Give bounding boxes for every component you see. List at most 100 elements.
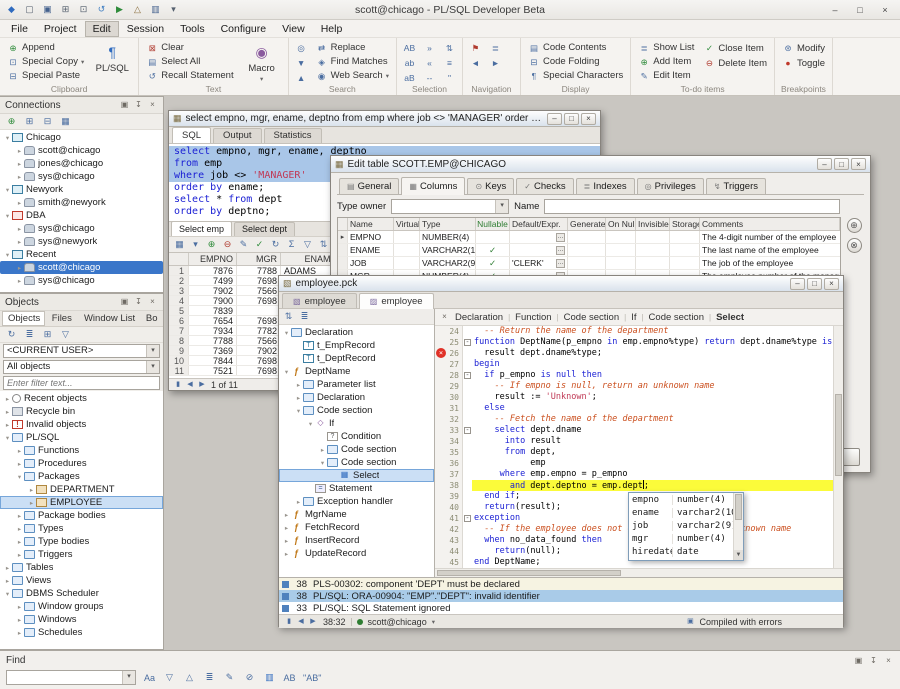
customize-toolbar-icon[interactable]: ▾: [165, 2, 182, 17]
connection-item-recent[interactable]: ▾Recent: [0, 248, 163, 261]
chevron-expanded-icon[interactable]: ▾: [3, 251, 12, 259]
structure-item-select[interactable]: ▦Select: [279, 469, 434, 482]
chevron-collapsed-icon[interactable]: ▸: [15, 238, 24, 246]
menu-item-session[interactable]: Session: [119, 21, 172, 37]
connection-options-icon[interactable]: ▦: [59, 115, 72, 128]
recall-statement-button[interactable]: ↺Recall Statement: [144, 69, 235, 82]
fold-toggle-icon[interactable]: -: [464, 515, 471, 522]
bookmark-list-icon[interactable]: ≣: [488, 41, 503, 55]
chevron-collapsed-icon[interactable]: ▸: [27, 499, 36, 507]
tab-columns[interactable]: ▦Columns: [401, 177, 465, 195]
connection-item-sys-chicago[interactable]: ▸sys@chicago: [0, 170, 163, 183]
refresh-icon[interactable]: ↻: [5, 328, 18, 341]
object-item-invalid-objects[interactable]: ▸!Invalid objects: [0, 418, 163, 431]
ellipsis-button[interactable]: …: [556, 259, 565, 268]
object-item-types[interactable]: ▸Types: [0, 522, 163, 535]
connection-item-smith-newyork[interactable]: ▸smith@newyork: [0, 196, 163, 209]
chevron-collapsed-icon[interactable]: ▸: [15, 264, 24, 272]
chevron-collapsed-icon[interactable]: ▸: [318, 446, 327, 454]
undo-icon[interactable]: ↺: [93, 2, 110, 17]
close-button[interactable]: ×: [581, 113, 596, 125]
object-item-recent-objects[interactable]: ▸Recent objects: [0, 392, 163, 405]
scrollbar-thumb[interactable]: [735, 494, 742, 520]
chevron-collapsed-icon[interactable]: ▸: [15, 147, 24, 155]
close-button[interactable]: ×: [873, 2, 897, 17]
type-owner-select[interactable]: ▾: [391, 199, 509, 214]
pin-icon[interactable]: ↧: [133, 99, 144, 111]
fold-toggle-icon[interactable]: -: [464, 339, 471, 346]
modify-breakpoint-button[interactable]: ⊛Modify: [780, 41, 827, 55]
autocomplete-item-hiredate[interactable]: hiredatedate: [629, 545, 733, 558]
chevron-collapsed-icon[interactable]: ▸: [3, 395, 12, 403]
run-icon[interactable]: ▶: [111, 2, 128, 17]
minimize-button[interactable]: –: [790, 278, 805, 290]
exact-phrase-icon[interactable]: "AB": [301, 670, 323, 685]
next-record-icon[interactable]: ▶: [197, 378, 207, 391]
select-columns-icon[interactable]: ▥: [261, 670, 278, 685]
navigate-forward-icon[interactable]: ►: [488, 56, 503, 70]
plsql-beautifier-button[interactable]: ¶PL/SQL: [91, 41, 133, 74]
chevron-down-icon[interactable]: ▾: [432, 618, 435, 626]
compile-error-row[interactable]: 38PL/SQL: ORA-00904: "EMP"."DEPT": inval…: [279, 590, 843, 602]
chevron-collapsed-icon[interactable]: ▸: [294, 381, 303, 389]
chevron-expanded-icon[interactable]: ▾: [3, 134, 12, 142]
uppercase-icon[interactable]: AB: [402, 41, 417, 55]
chevron-collapsed-icon[interactable]: ▸: [3, 564, 12, 572]
tab-output[interactable]: Output: [213, 128, 262, 143]
print-icon[interactable]: ⊞: [57, 2, 74, 17]
chevron-expanded-icon[interactable]: ▾: [3, 434, 12, 442]
tab-checks[interactable]: ✓Checks: [516, 178, 573, 194]
tab-triggers[interactable]: ↯Triggers: [706, 178, 766, 194]
close-icon[interactable]: ×: [883, 655, 894, 667]
structure-item-code-section[interactable]: ▾Code section: [279, 404, 434, 417]
menu-item-edit[interactable]: Edit: [85, 21, 119, 37]
filter-icon[interactable]: ▽: [161, 670, 178, 685]
chevron-expanded-icon[interactable]: ▾: [294, 407, 303, 415]
column-header-on-null[interactable]: On Null: [606, 218, 636, 230]
column-header-mgr[interactable]: MGR: [237, 253, 281, 265]
close-icon[interactable]: ×: [147, 296, 158, 308]
table-column-row[interactable]: ENAMEVARCHAR2(10)✓…The last name of the …: [338, 244, 840, 257]
maximize-button[interactable]: □: [807, 278, 822, 290]
column-header-name[interactable]: Name: [348, 218, 394, 230]
object-item-views[interactable]: ▸Views: [0, 574, 163, 587]
object-item-triggers[interactable]: ▸Triggers: [0, 548, 163, 561]
column-header-nullable[interactable]: Nullable: [476, 218, 510, 230]
prev-record-icon[interactable]: ◀: [296, 615, 306, 628]
code-line-24[interactable]: 24 -- Return the name of the department: [435, 326, 843, 337]
fold-toggle-icon[interactable]: -: [464, 372, 471, 379]
user-filter-select[interactable]: <CURRENT USER> ▾: [3, 344, 160, 358]
tab-general[interactable]: ▤General: [339, 178, 399, 194]
code-line-28[interactable]: 28- if p_empno is null then: [435, 370, 843, 381]
object-item-dbms-scheduler[interactable]: ▾DBMS Scheduler: [0, 587, 163, 600]
close-item-button[interactable]: ✓Close Item: [701, 41, 769, 55]
web-search-button[interactable]: ◉Web Search▾: [314, 69, 391, 82]
object-item-packages[interactable]: ▾Packages: [0, 470, 163, 483]
find-icon[interactable]: ◎: [294, 41, 309, 55]
table-column-row[interactable]: JOBVARCHAR2(9)✓'CLERK'…The job of the em…: [338, 257, 840, 270]
connection-item-sys-chicago[interactable]: ▸sys@chicago: [0, 274, 163, 287]
outdent-icon[interactable]: «: [422, 56, 437, 70]
object-item-package-bodies[interactable]: ▸Package bodies: [0, 509, 163, 522]
code-line-36[interactable]: 36 emp: [435, 458, 843, 469]
object-item-employee[interactable]: ▸EMPLOYEE: [0, 496, 163, 509]
collapse-all-icon[interactable]: ⊟: [41, 115, 54, 128]
chevron-collapsed-icon[interactable]: ▸: [282, 511, 291, 519]
chevron-expanded-icon[interactable]: ▾: [318, 459, 327, 467]
chevron-collapsed-icon[interactable]: ▸: [294, 394, 303, 402]
edit-data-icon[interactable]: ✎: [237, 238, 250, 251]
chevron-collapsed-icon[interactable]: ▸: [15, 551, 24, 559]
object-item-pl-sql[interactable]: ▾PL/SQL: [0, 431, 163, 444]
tab-keys[interactable]: ⊙Keys: [467, 178, 514, 194]
table-column-row[interactable]: ▸EMPNONUMBER(4)…The 4-digit number of th…: [338, 231, 840, 244]
filter-objects-icon[interactable]: ▽: [59, 328, 72, 341]
code-line-37[interactable]: 37 where emp.empno = p_empno: [435, 469, 843, 480]
clear-button[interactable]: ⊠Clear: [144, 41, 235, 54]
pin-icon[interactable]: ↧: [868, 655, 879, 667]
select-all-button[interactable]: ▤Select All: [144, 55, 235, 68]
list-results-icon[interactable]: ≣: [201, 670, 218, 685]
whole-word-icon[interactable]: AB: [281, 670, 298, 685]
statistics-icon[interactable]: ▥: [147, 2, 164, 17]
chevron-collapsed-icon[interactable]: ▸: [15, 173, 24, 181]
object-item-recycle-bin[interactable]: ▸Recycle bin: [0, 405, 163, 418]
